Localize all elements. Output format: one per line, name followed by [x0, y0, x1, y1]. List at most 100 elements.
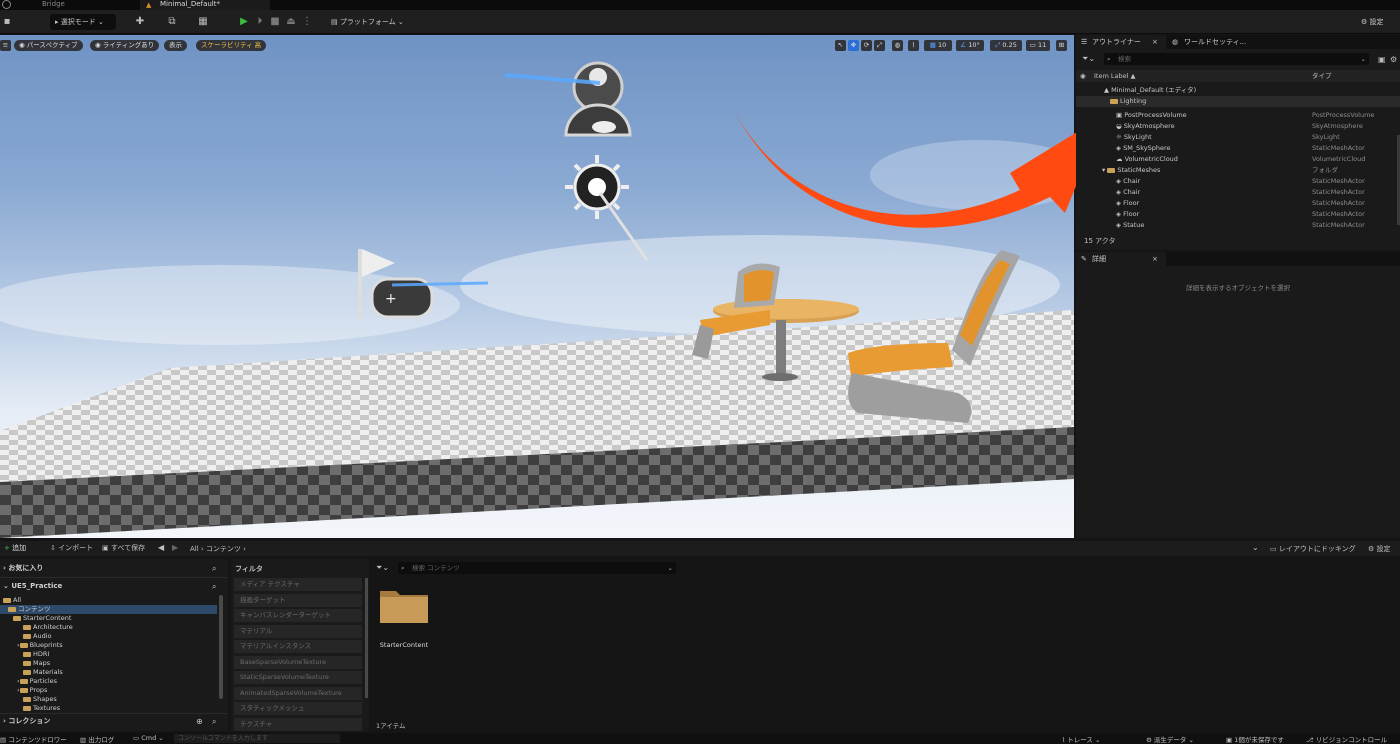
scalability-button[interactable]: スケーラビリティ 高 [196, 40, 267, 51]
tree-item-startercontent[interactable]: StarterContent [13, 614, 71, 623]
tree-item-blueprints[interactable]: › Blueprints [17, 641, 63, 650]
tree-scrollbar[interactable] [219, 595, 223, 699]
tab-outliner[interactable]: ☰ アウトライナー × [1076, 35, 1166, 49]
tab-world-settings[interactable]: ◍ ワールドセッティ... [1168, 35, 1278, 49]
add-actor-icon[interactable]: ✚ [133, 15, 147, 29]
select-tool-icon[interactable]: ↖ [835, 40, 846, 51]
tree-item-audio[interactable]: Audio [23, 632, 51, 641]
tree-item-maps[interactable]: Maps [23, 659, 50, 668]
close-icon[interactable]: × [1152, 35, 1158, 49]
play-icon[interactable]: ▶ [237, 15, 251, 29]
outliner-row[interactable]: ☼ SkyLight SkyLight [1076, 132, 1400, 143]
tree-item-materials[interactable]: Materials [23, 668, 63, 677]
world-space-icon[interactable]: ◍ [892, 40, 903, 51]
blueprint-icon[interactable]: ⧉ [165, 15, 179, 29]
collections-header[interactable]: › コレクション [3, 717, 50, 726]
asset-filter-icon[interactable]: ⏷⌄ [376, 563, 389, 573]
filter-item[interactable]: スタティックメッシュ [234, 702, 362, 715]
breadcrumb-all[interactable]: All [190, 545, 199, 553]
filter-item[interactable]: AnimatedSparseVolumeTexture [234, 687, 362, 700]
outliner-search-input[interactable]: ⌕ 検索 ⌄ [1104, 53, 1369, 65]
tree-item-textures[interactable]: Textures [23, 704, 60, 713]
forward-icon[interactable]: ▶ [172, 543, 178, 552]
show-button[interactable]: 表示 [164, 40, 187, 51]
add-button[interactable]: + 追加 [4, 543, 26, 554]
scale-snap-button[interactable]: ⤢ 0.25 [990, 40, 1022, 51]
derived-data-button[interactable]: ⚙ 派生データ ⌄ [1146, 734, 1194, 744]
add-collection-icon[interactable]: ⊕ [196, 717, 203, 726]
directional-light-icon[interactable] [565, 155, 629, 219]
tree-item-hdri[interactable]: HDRI [23, 650, 49, 659]
tree-item-content[interactable]: コンテンツ [0, 605, 217, 614]
dock-layout-button[interactable]: ▭ レイアウトにドッキング [1270, 544, 1356, 554]
stop-icon[interactable]: ■ [268, 15, 282, 29]
search-icon[interactable]: ⌕ [212, 717, 216, 727]
column-item-label[interactable]: Item Label ▲ [1094, 70, 1135, 82]
filter-item[interactable]: キャンバスレンダーターゲット [234, 609, 362, 622]
favorites-header[interactable]: › お気に入り [3, 564, 43, 573]
tree-item-architecture[interactable]: Architecture [23, 623, 73, 632]
outliner-row[interactable]: ◈ Chair StaticMeshActor [1076, 187, 1400, 198]
step-icon[interactable]: ⏵ [253, 15, 267, 29]
filter-item[interactable]: テクスチャ [234, 718, 362, 731]
outliner-row[interactable]: ◈ Floor StaticMeshActor [1076, 209, 1400, 220]
outliner-row[interactable]: ◒ SkyAtmosphere SkyAtmosphere [1076, 121, 1400, 132]
filter-item[interactable]: マテリアルインスタンス [234, 640, 362, 653]
breadcrumb-content[interactable]: コンテンツ [206, 545, 241, 553]
grid-snap-button[interactable]: ▦ 10 [924, 40, 952, 51]
unsaved-button[interactable]: ▣ 1個が未保存です [1226, 734, 1284, 744]
visibility-icon[interactable]: ◉ [1080, 70, 1086, 82]
move-tool-icon[interactable]: ✥ [848, 40, 859, 51]
outliner-row[interactable]: ◈ Floor StaticMeshActor [1076, 198, 1400, 209]
tree-item-all[interactable]: All [3, 596, 21, 605]
tree-item-props[interactable]: › Props [17, 686, 47, 695]
viewport-menu-icon[interactable]: ≡ [0, 40, 11, 51]
outliner-row[interactable]: ▣ PostProcessVolume PostProcessVolume [1076, 110, 1400, 121]
content-drawer-button[interactable]: ▤ コンテンツドロワー [0, 734, 67, 744]
outliner-row[interactable]: ☁ VolumetricCloud VolumetricCloud [1076, 154, 1400, 165]
tree-item-shapes[interactable]: Shapes [23, 695, 57, 704]
search-icon[interactable]: ⌕ [212, 582, 216, 592]
lighting-button[interactable]: ◉ ライティングあり [90, 40, 160, 51]
trace-button[interactable]: ⌇ トレース ⌄ [1062, 734, 1100, 744]
filter-item[interactable]: マテリアル [234, 625, 362, 638]
column-type[interactable]: タイプ [1312, 70, 1332, 82]
rotate-tool-icon[interactable]: ⟳ [861, 40, 872, 51]
camera-speed-button[interactable]: ▭ 11 [1026, 40, 1050, 51]
outliner-row[interactable]: ▾ StaticMeshes フォルダ [1076, 165, 1400, 176]
outliner-row[interactable]: ◈ Statue StaticMeshActor [1076, 220, 1400, 231]
eject-icon[interactable]: ⏏ [284, 15, 298, 29]
mode-select-button[interactable]: ▸ 選択モード ⌄ [50, 14, 116, 30]
scale-tool-icon[interactable]: ⤢ [874, 40, 885, 51]
filter-scrollbar[interactable] [365, 578, 368, 698]
back-icon[interactable]: ◀ [158, 543, 164, 552]
perspective-button[interactable]: ◉ パースペクティブ [14, 40, 83, 51]
surface-snap-icon[interactable]: ⌇ [908, 40, 919, 51]
settings-button[interactable]: ⚙ 設定 [1356, 14, 1389, 30]
cmd-dropdown[interactable]: ▭ Cmd ⌄ [133, 734, 164, 742]
sky-atmosphere-icon[interactable] [564, 61, 632, 137]
save-all-button[interactable]: ▣ すべて保存 [102, 543, 145, 554]
filter-item[interactable]: StaticSparseVolumeTexture [234, 671, 362, 684]
project-header[interactable]: ⌄ UE5_Practice [3, 582, 62, 591]
outliner-row[interactable]: ▲ Minimal_Default (エディタ) [1076, 85, 1400, 96]
outliner-row[interactable]: ◈ Chair StaticMeshActor [1076, 176, 1400, 187]
tab-details[interactable]: ✎ 詳細 × [1076, 252, 1166, 266]
maximize-viewport-icon[interactable]: ⊞ [1056, 40, 1067, 51]
gear-icon[interactable]: ⚙ [1390, 55, 1397, 64]
search-icon[interactable]: ⌕ [212, 564, 216, 574]
revision-control-button[interactable]: ⎇ リビジョンコントロール [1306, 734, 1387, 744]
console-input[interactable]: コンソールコマンドを入力します [174, 734, 340, 743]
filter-item[interactable]: 描画ターゲット [234, 594, 362, 607]
output-log-button[interactable]: ▥ 出力ログ [80, 734, 114, 744]
folder-tile[interactable]: StarterContent [378, 585, 430, 651]
close-icon[interactable]: × [1152, 252, 1158, 266]
more-options-icon[interactable]: ⋮ [300, 15, 314, 29]
unreal-logo-icon[interactable] [2, 0, 11, 9]
filter-item[interactable]: メディア テクスチャ [234, 578, 362, 591]
add-folder-icon[interactable]: ▣ [1378, 55, 1386, 64]
angle-snap-button[interactable]: ∠ 10° [956, 40, 984, 51]
tree-item-particles[interactable]: › Particles [17, 677, 57, 686]
asset-search-input[interactable]: ⌕ 検索 コンテンツ ⌄ [398, 562, 676, 574]
history-dropdown-icon[interactable]: ⌄ [1252, 543, 1259, 552]
